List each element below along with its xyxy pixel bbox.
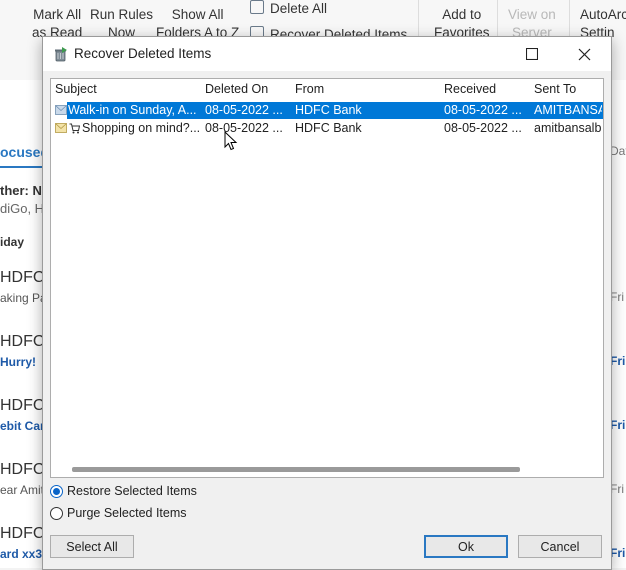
list-item-date: Fri <box>610 290 624 304</box>
list-item-date: Fri <box>610 482 624 496</box>
recover-deleted-items-icon <box>55 47 67 62</box>
purge-selected-items-label: Purge Selected Items <box>67 506 187 520</box>
other-subtitle: diGo, H <box>0 201 44 216</box>
purge-selected-items-option[interactable]: Purge Selected Items <box>50 506 187 520</box>
list-item-sender[interactable]: HDFC B <box>0 397 44 415</box>
list-item-preview: ard xx31 <box>0 547 44 561</box>
date-header: Dat <box>610 144 626 158</box>
column-header-deleted-on[interactable]: Deleted On <box>205 82 268 96</box>
recover-deleted-items-dialog: Recover Deleted Items Subject Deleted On… <box>42 36 612 570</box>
list-header: Subject Deleted On From Received Sent To <box>51 79 603 101</box>
group-header-friday: iday <box>0 235 25 249</box>
cell-deleted-on: 08-05-2022 ... <box>205 103 283 117</box>
column-header-received[interactable]: Received <box>444 82 496 96</box>
restore-selected-items-option[interactable]: Restore Selected Items <box>50 484 197 498</box>
cell-from: HDFC Bank <box>295 121 362 135</box>
list-item-preview: ear Amit <box>0 483 44 497</box>
cell-from: HDFC Bank <box>295 103 362 117</box>
horizontal-scrollbar[interactable] <box>72 467 520 472</box>
list-item-sender[interactable]: HDFC B <box>0 525 44 543</box>
list-item-sender[interactable]: HDFC B <box>0 333 44 351</box>
cell-received: 08-05-2022 ... <box>444 121 522 135</box>
restore-selected-items-label: Restore Selected Items <box>67 484 197 498</box>
close-icon <box>578 48 590 60</box>
delete-icon <box>250 0 264 14</box>
table-row[interactable]: Walk-in on Sunday, A... 08-05-2022 ... H… <box>51 102 603 119</box>
cell-subject: Walk-in on Sunday, A... <box>68 103 197 117</box>
deleted-items-list[interactable]: Subject Deleted On From Received Sent To… <box>50 78 604 478</box>
mouse-cursor-icon <box>224 131 238 151</box>
list-item-preview: Hurry! <box>0 355 37 369</box>
other-label[interactable]: ther: N <box>0 183 42 198</box>
column-header-sent-to[interactable]: Sent To <box>534 82 576 96</box>
table-row[interactable]: Shopping on mind?... 08-05-2022 ... HDFC… <box>51 120 603 137</box>
cancel-button[interactable]: Cancel <box>518 535 602 558</box>
maximize-button[interactable] <box>509 37 555 71</box>
select-all-button[interactable]: Select All <box>50 535 134 558</box>
list-item-date: Fri <box>610 354 626 368</box>
close-button[interactable] <box>561 37 607 71</box>
tab-focused[interactable]: ocused <box>0 144 44 160</box>
ok-button[interactable]: Ok <box>424 535 508 558</box>
shopping-cart-icon <box>69 123 80 134</box>
list-item-date: Fri <box>610 546 626 560</box>
list-item-preview: aking Pa <box>0 291 44 305</box>
cell-deleted-on: 08-05-2022 ... <box>205 121 283 135</box>
cell-sent-to: amitbansalb <box>534 121 602 135</box>
dialog-titlebar[interactable]: Recover Deleted Items <box>43 37 611 71</box>
mail-list: ocused ther: N diGo, H iday HDFC B aking… <box>0 80 44 568</box>
cell-sent-to: AMITBANSA <box>534 103 602 117</box>
cell-received: 08-05-2022 ... <box>444 103 522 117</box>
tab-underline <box>0 166 44 168</box>
mail-icon <box>55 105 67 115</box>
list-item-sender[interactable]: HDFC B <box>0 461 44 479</box>
column-header-subject[interactable]: Subject <box>55 82 97 96</box>
radio-selected-icon[interactable] <box>50 484 63 498</box>
maximize-icon <box>526 48 538 60</box>
list-item-preview: ebit Car <box>0 419 44 433</box>
list-item-sender[interactable]: HDFC B <box>0 269 44 287</box>
radio-unselected-icon[interactable] <box>50 506 63 520</box>
list-item-date: Fri <box>610 418 626 432</box>
delete-all-button[interactable]: Delete All <box>250 0 327 18</box>
dialog-title: Recover Deleted Items <box>74 46 212 61</box>
column-header-from[interactable]: From <box>295 82 324 96</box>
mail-icon <box>55 123 67 133</box>
cell-subject: Shopping on mind?... <box>82 121 200 135</box>
